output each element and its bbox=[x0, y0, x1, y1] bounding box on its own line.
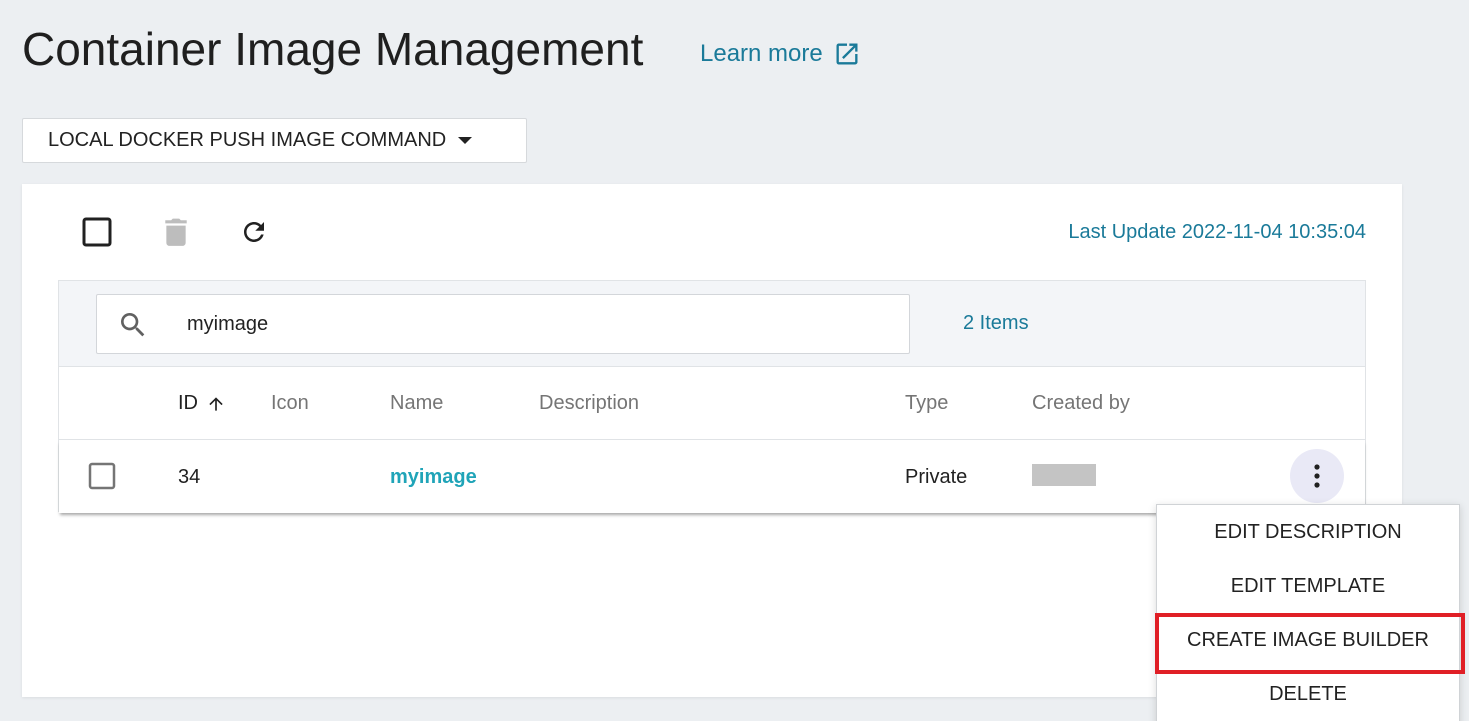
docker-push-command-label: LOCAL DOCKER PUSH IMAGE COMMAND bbox=[48, 129, 447, 151]
menu-item-create-image-builder[interactable]: CREATE IMAGE BUILDER bbox=[1157, 613, 1459, 667]
items-count: 2 Items bbox=[963, 312, 1029, 334]
column-header-type[interactable]: Type bbox=[905, 392, 948, 415]
learn-more-link[interactable]: Learn more bbox=[700, 40, 861, 68]
menu-item-edit-template[interactable]: EDIT TEMPLATE bbox=[1157, 559, 1459, 613]
row-actions-button[interactable] bbox=[1290, 449, 1344, 503]
learn-more-label: Learn more bbox=[700, 40, 823, 67]
search-bar: 2 Items bbox=[59, 281, 1365, 367]
row-created-by-redacted bbox=[1032, 464, 1096, 486]
checkbox-outline-icon bbox=[82, 217, 112, 247]
select-all-checkbox[interactable] bbox=[82, 217, 112, 247]
docker-push-command-dropdown[interactable]: LOCAL DOCKER PUSH IMAGE COMMAND bbox=[22, 118, 527, 163]
menu-item-edit-description[interactable]: EDIT DESCRIPTION bbox=[1157, 505, 1459, 559]
search-field[interactable] bbox=[96, 294, 910, 354]
column-header-id[interactable]: ID bbox=[178, 392, 226, 415]
refresh-icon bbox=[244, 222, 264, 242]
page-title: Container Image Management bbox=[22, 23, 644, 75]
row-type: Private bbox=[905, 466, 968, 488]
row-name-link[interactable]: myimage bbox=[390, 466, 477, 489]
table-row[interactable]: 34 myimage Private bbox=[59, 440, 1365, 513]
trash-icon bbox=[165, 218, 187, 246]
search-icon bbox=[121, 313, 145, 337]
menu-item-delete[interactable]: DELETE bbox=[1157, 667, 1459, 721]
column-header-description[interactable]: Description bbox=[539, 392, 639, 415]
row-id: 34 bbox=[178, 466, 201, 488]
sort-ascending-icon bbox=[209, 396, 223, 411]
column-header-name[interactable]: Name bbox=[390, 392, 443, 415]
external-link-icon bbox=[836, 43, 858, 65]
column-header-id-label: ID bbox=[178, 392, 198, 414]
image-table: 2 Items ID Icon Name Description Type Cr… bbox=[58, 280, 1366, 512]
search-input[interactable] bbox=[187, 310, 887, 338]
row-actions-menu: EDIT DESCRIPTION EDIT TEMPLATE CREATE IM… bbox=[1156, 504, 1460, 721]
column-header-created-by[interactable]: Created by bbox=[1032, 392, 1130, 415]
refresh-button[interactable] bbox=[239, 217, 269, 247]
delete-button[interactable] bbox=[162, 217, 190, 247]
more-vertical-icon bbox=[1314, 464, 1320, 488]
table-header-row: ID Icon Name Description Type Created by bbox=[59, 367, 1365, 440]
last-update-text: Last Update 2022-11-04 10:35:04 bbox=[1068, 221, 1366, 243]
column-header-icon[interactable]: Icon bbox=[271, 392, 309, 415]
row-checkbox[interactable] bbox=[87, 461, 117, 491]
caret-down-icon bbox=[458, 136, 473, 144]
